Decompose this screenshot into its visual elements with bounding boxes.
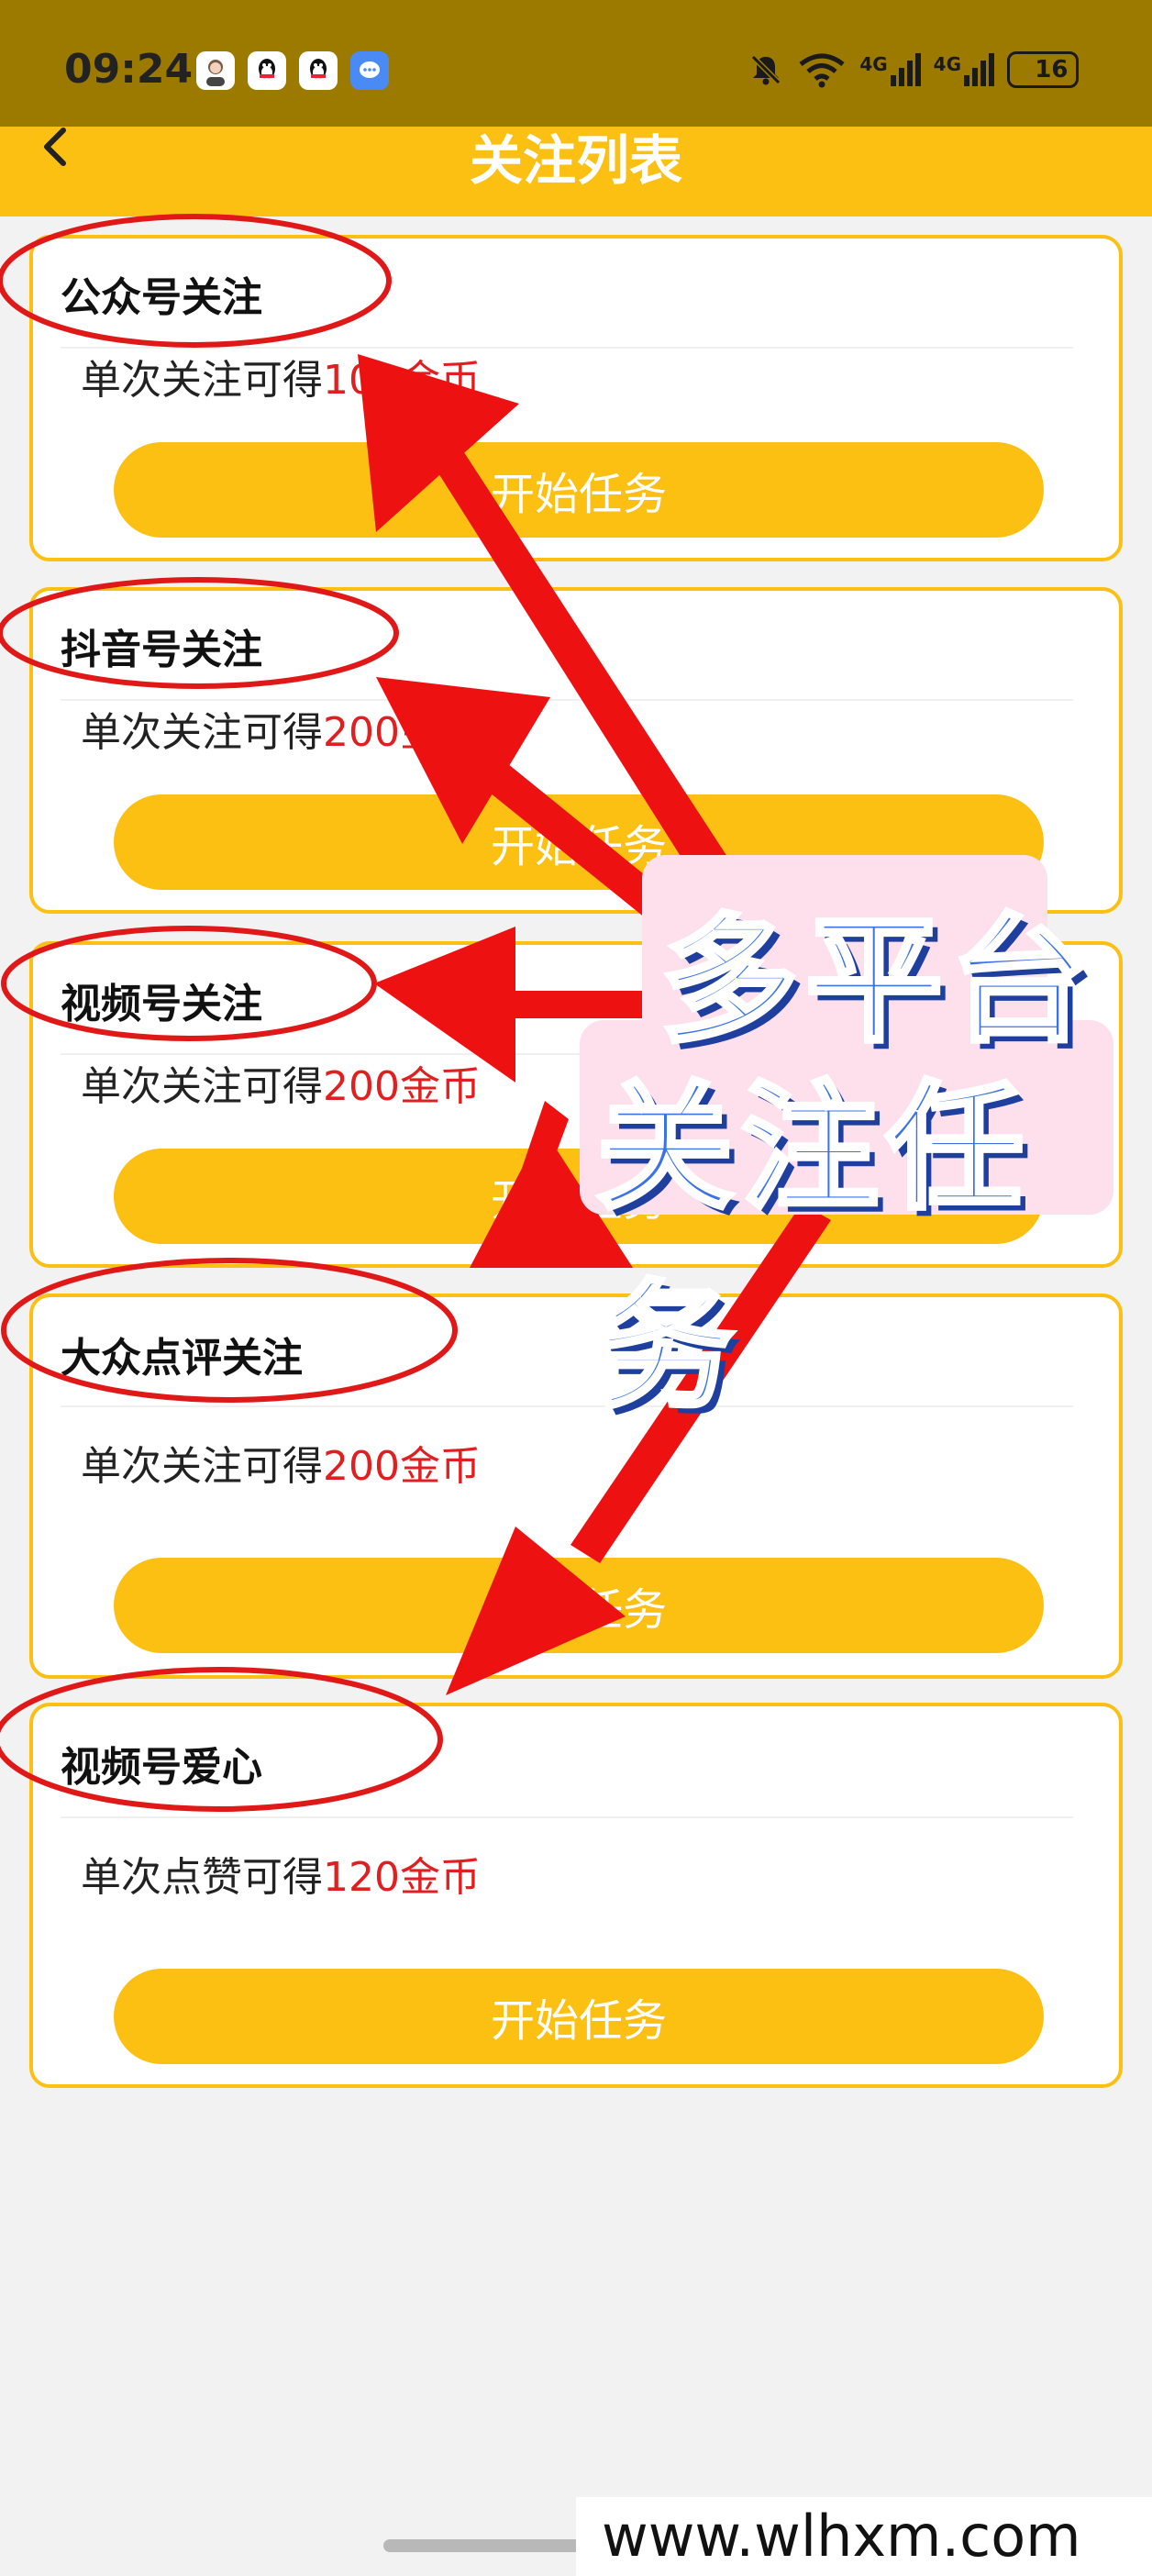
task-card: 视频号爱心 单次点赞可得120金币 开始任务: [29, 1703, 1123, 2088]
watermark: www.wlhxm.com: [602, 2503, 1081, 2570]
status-time: 09:24: [64, 46, 194, 93]
task-title: 视频号关注: [61, 981, 262, 1027]
wifi-icon: [799, 53, 845, 88]
reward-amount: 100金币: [323, 357, 481, 404]
qq-icon: [248, 51, 286, 90]
network-type-label: 4G: [933, 53, 961, 75]
divider: [61, 1816, 1073, 1818]
reward-prefix: 单次关注可得: [81, 357, 323, 404]
reward-amount: 120金币: [323, 1854, 481, 1901]
reward-amount: 200金币: [323, 709, 481, 756]
reward-prefix: 单次关注可得: [81, 1443, 323, 1490]
task-card: 公众号关注 单次关注可得100金币 开始任务: [29, 235, 1123, 561]
task-reward: 单次关注可得100金币: [81, 347, 481, 405]
signal-2: 4G: [934, 53, 994, 86]
promo-title-line2: 关注任务: [594, 1067, 1032, 1430]
reward-prefix: 单次关注可得: [81, 709, 323, 756]
start-task-button[interactable]: 开始任务: [114, 1558, 1044, 1653]
reward-prefix: 单次点赞可得: [81, 1854, 323, 1901]
signal-1: 4G: [859, 53, 921, 86]
task-title: 公众号关注: [61, 274, 262, 321]
task-reward: 单次关注可得200金币: [81, 1053, 481, 1112]
status-indicators: 4G 4G 16: [748, 48, 1079, 92]
avatar-icon: [196, 51, 235, 90]
reward-amount: 200金币: [323, 1063, 481, 1110]
task-reward: 单次点赞可得120金币: [81, 1844, 481, 1903]
signal-bars-icon: [964, 53, 994, 86]
message-icon: [350, 51, 389, 90]
task-title: 视频号爱心: [61, 1744, 262, 1791]
task-title: 抖音号关注: [61, 627, 262, 673]
battery-level: 16: [1035, 56, 1069, 83]
network-type-label: 4G: [859, 53, 888, 75]
task-reward: 单次关注可得200金币: [81, 1433, 481, 1492]
start-task-button[interactable]: 开始任务: [114, 442, 1044, 538]
task-title: 大众点评关注: [61, 1335, 303, 1382]
reward-prefix: 单次关注可得: [81, 1063, 323, 1110]
signal-bars-icon: [890, 53, 921, 86]
task-reward: 单次关注可得200金币: [81, 699, 481, 758]
mute-icon: [751, 54, 781, 85]
start-task-button[interactable]: 开始任务: [114, 1969, 1044, 2064]
qq-icon: [299, 51, 338, 90]
battery-icon: 16: [1007, 51, 1079, 88]
page-title: 关注列表: [469, 129, 682, 192]
reward-amount: 200金币: [323, 1443, 481, 1490]
